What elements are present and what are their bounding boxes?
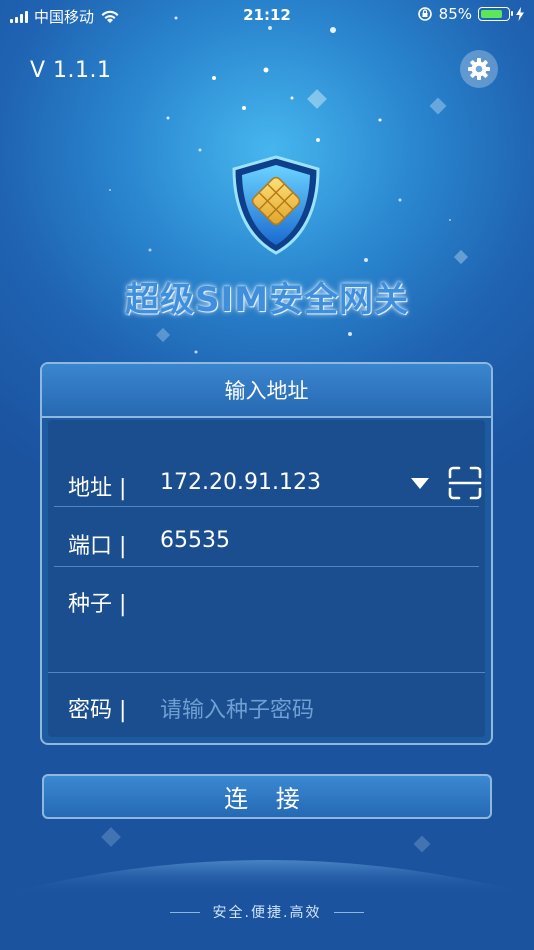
address-input[interactable]: 172.20.91.123 [160, 470, 321, 495]
dropdown-triangle-icon[interactable] [411, 478, 429, 489]
status-bar: 中国移动 21:12 85% [0, 0, 534, 32]
app-version: V 1.1.1 [30, 58, 112, 83]
slogan-line-right [334, 912, 364, 913]
seed-label: 种子 | [68, 592, 127, 617]
footer-slogan: 安全.便捷.高效 [212, 905, 322, 921]
battery-icon [478, 7, 513, 21]
seed-row[interactable]: 种子 | [48, 586, 485, 666]
status-right: 85% [417, 5, 524, 23]
password-label: 密码 | [68, 698, 127, 723]
charging-icon [516, 7, 524, 21]
port-label: 端口 | [68, 534, 127, 559]
form-header: 输入地址 [42, 364, 491, 418]
battery-fill [481, 10, 503, 18]
app-title: 超级SIM安全网关 [125, 280, 409, 320]
battery-percent: 85% [438, 5, 472, 23]
form-body: 地址 | 172.20.91.123 端口 | 65535 种子 | 密码 | … [48, 420, 485, 737]
address-form-panel: 输入地址 地址 | 172.20.91.123 端口 | 65535 种子 | … [40, 362, 493, 745]
orientation-lock-icon [417, 7, 432, 21]
port-input[interactable]: 65535 [160, 528, 230, 553]
port-divider [54, 566, 479, 567]
password-input[interactable]: 请输入种子密码 [160, 692, 314, 724]
connect-button[interactable]: 连 接 [42, 774, 492, 819]
connect-button-label: 连 接 [224, 785, 310, 813]
settings-button[interactable] [460, 50, 498, 88]
seed-divider [48, 672, 485, 673]
address-label: 地址 | [68, 476, 127, 501]
horizon-glow-decoration [0, 860, 534, 895]
address-divider [54, 506, 479, 507]
shield-sim-icon [232, 155, 320, 255]
gear-icon [468, 58, 490, 80]
scan-qr-icon[interactable] [448, 466, 482, 500]
form-header-title: 输入地址 [224, 379, 309, 403]
